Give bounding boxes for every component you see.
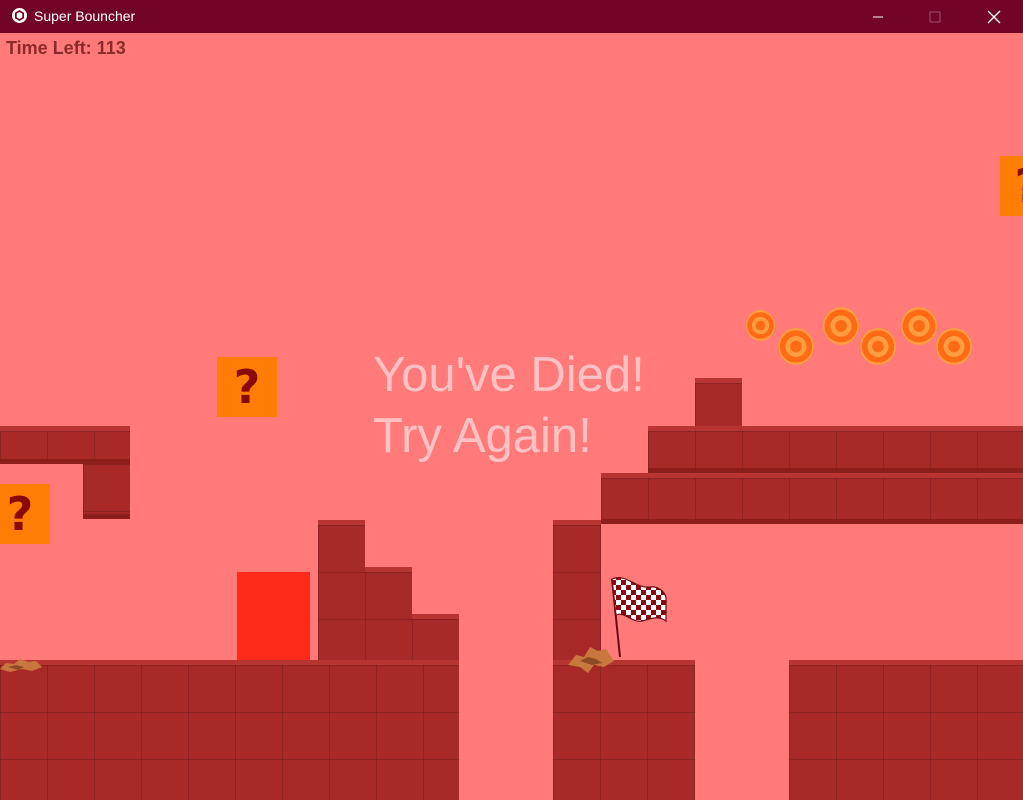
maximize-button[interactable] bbox=[906, 0, 964, 33]
close-icon bbox=[987, 10, 1001, 23]
unity-icon bbox=[12, 8, 27, 23]
brick-platform bbox=[0, 426, 130, 464]
ground-platform bbox=[0, 660, 459, 800]
question-block: ? bbox=[0, 484, 50, 544]
coin bbox=[778, 328, 814, 365]
brick-stair bbox=[318, 520, 365, 665]
title-bar[interactable]: Super Bouncher bbox=[0, 0, 1023, 33]
brick-stair bbox=[412, 614, 459, 665]
window-title: Super Bouncher bbox=[34, 8, 136, 24]
coin bbox=[901, 307, 937, 345]
minimize-button[interactable] bbox=[849, 0, 907, 33]
player-character bbox=[237, 572, 310, 660]
brick-platform bbox=[601, 473, 1023, 524]
game-canvas[interactable]: Time Left: 113 ? ? ? bbox=[0, 33, 1023, 800]
brick-platform bbox=[648, 426, 1023, 473]
ground-platform bbox=[789, 660, 1023, 800]
death-message-line2: Try Again! bbox=[373, 409, 592, 463]
brick-stair bbox=[365, 567, 412, 665]
minimize-icon bbox=[873, 16, 883, 17]
brick-block bbox=[83, 464, 130, 519]
time-left-label: Time Left: 113 bbox=[6, 38, 126, 58]
death-message-line1: You've Died! bbox=[373, 348, 645, 402]
close-button[interactable] bbox=[965, 0, 1023, 33]
coin bbox=[936, 328, 972, 365]
game-window: Super Bouncher Time Left: 113 ? ? ? bbox=[0, 0, 1023, 800]
ground-platform bbox=[553, 660, 695, 800]
coin bbox=[823, 307, 859, 345]
maximize-icon bbox=[929, 11, 941, 22]
question-block: ? bbox=[217, 357, 277, 417]
death-message: You've Died! Try Again! bbox=[373, 345, 645, 467]
coin bbox=[746, 310, 775, 341]
brick-block bbox=[695, 378, 742, 431]
checkered-goal-flag bbox=[611, 577, 667, 658]
rubble-pile bbox=[0, 659, 42, 672]
question-block: ? bbox=[1000, 156, 1023, 216]
coin bbox=[860, 328, 896, 365]
